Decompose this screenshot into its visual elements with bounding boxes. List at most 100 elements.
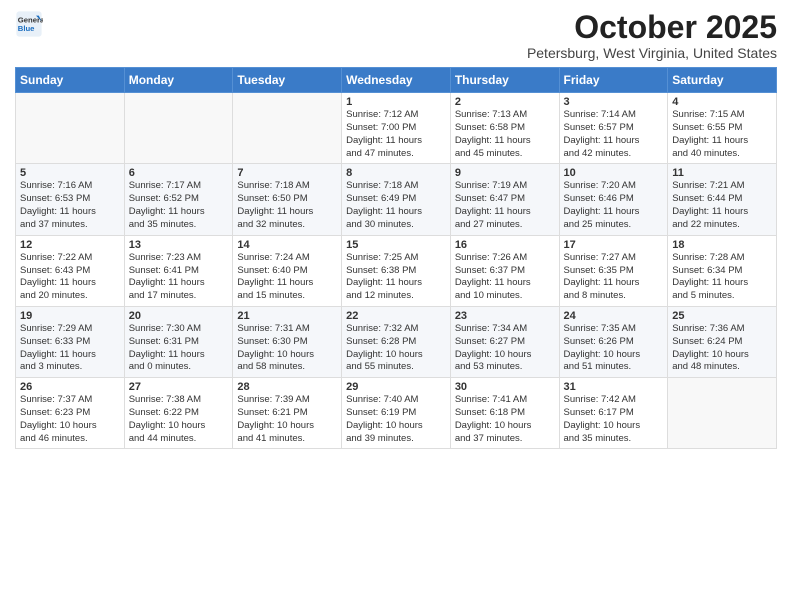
location: Petersburg, West Virginia, United States (527, 45, 777, 61)
calendar-week-row: 1Sunrise: 7:12 AM Sunset: 7:00 PM Daylig… (16, 93, 777, 164)
table-row (16, 93, 125, 164)
table-row: 17Sunrise: 7:27 AM Sunset: 6:35 PM Dayli… (559, 235, 668, 306)
calendar-header-row: Sunday Monday Tuesday Wednesday Thursday… (16, 68, 777, 93)
col-saturday: Saturday (668, 68, 777, 93)
day-number: 1 (346, 96, 446, 108)
day-info: Sunrise: 7:40 AM Sunset: 6:19 PM Dayligh… (346, 394, 446, 445)
day-info: Sunrise: 7:39 AM Sunset: 6:21 PM Dayligh… (237, 394, 337, 445)
col-monday: Monday (124, 68, 233, 93)
table-row: 8Sunrise: 7:18 AM Sunset: 6:49 PM Daylig… (342, 164, 451, 235)
day-info: Sunrise: 7:18 AM Sunset: 6:50 PM Dayligh… (237, 180, 337, 231)
day-number: 28 (237, 381, 337, 393)
table-row: 18Sunrise: 7:28 AM Sunset: 6:34 PM Dayli… (668, 235, 777, 306)
col-tuesday: Tuesday (233, 68, 342, 93)
day-number: 14 (237, 239, 337, 251)
table-row: 2Sunrise: 7:13 AM Sunset: 6:58 PM Daylig… (450, 93, 559, 164)
col-wednesday: Wednesday (342, 68, 451, 93)
day-number: 16 (455, 239, 555, 251)
day-number: 5 (20, 167, 120, 179)
day-number: 12 (20, 239, 120, 251)
day-info: Sunrise: 7:36 AM Sunset: 6:24 PM Dayligh… (672, 323, 772, 374)
day-number: 22 (346, 310, 446, 322)
calendar-week-row: 12Sunrise: 7:22 AM Sunset: 6:43 PM Dayli… (16, 235, 777, 306)
day-info: Sunrise: 7:30 AM Sunset: 6:31 PM Dayligh… (129, 323, 229, 374)
day-number: 29 (346, 381, 446, 393)
table-row: 25Sunrise: 7:36 AM Sunset: 6:24 PM Dayli… (668, 306, 777, 377)
day-number: 24 (564, 310, 664, 322)
table-row: 10Sunrise: 7:20 AM Sunset: 6:46 PM Dayli… (559, 164, 668, 235)
day-number: 6 (129, 167, 229, 179)
day-number: 21 (237, 310, 337, 322)
day-info: Sunrise: 7:26 AM Sunset: 6:37 PM Dayligh… (455, 252, 555, 303)
day-info: Sunrise: 7:17 AM Sunset: 6:52 PM Dayligh… (129, 180, 229, 231)
table-row: 11Sunrise: 7:21 AM Sunset: 6:44 PM Dayli… (668, 164, 777, 235)
day-number: 26 (20, 381, 120, 393)
day-number: 17 (564, 239, 664, 251)
day-info: Sunrise: 7:19 AM Sunset: 6:47 PM Dayligh… (455, 180, 555, 231)
table-row: 20Sunrise: 7:30 AM Sunset: 6:31 PM Dayli… (124, 306, 233, 377)
day-info: Sunrise: 7:41 AM Sunset: 6:18 PM Dayligh… (455, 394, 555, 445)
day-info: Sunrise: 7:25 AM Sunset: 6:38 PM Dayligh… (346, 252, 446, 303)
day-info: Sunrise: 7:12 AM Sunset: 7:00 PM Dayligh… (346, 109, 446, 160)
col-sunday: Sunday (16, 68, 125, 93)
logo: General Blue (15, 10, 43, 38)
table-row: 19Sunrise: 7:29 AM Sunset: 6:33 PM Dayli… (16, 306, 125, 377)
day-info: Sunrise: 7:16 AM Sunset: 6:53 PM Dayligh… (20, 180, 120, 231)
table-row: 12Sunrise: 7:22 AM Sunset: 6:43 PM Dayli… (16, 235, 125, 306)
day-number: 9 (455, 167, 555, 179)
table-row: 22Sunrise: 7:32 AM Sunset: 6:28 PM Dayli… (342, 306, 451, 377)
day-info: Sunrise: 7:22 AM Sunset: 6:43 PM Dayligh… (20, 252, 120, 303)
table-row: 28Sunrise: 7:39 AM Sunset: 6:21 PM Dayli… (233, 378, 342, 449)
title-block: October 2025 Petersburg, West Virginia, … (527, 10, 777, 61)
day-info: Sunrise: 7:15 AM Sunset: 6:55 PM Dayligh… (672, 109, 772, 160)
day-info: Sunrise: 7:35 AM Sunset: 6:26 PM Dayligh… (564, 323, 664, 374)
day-number: 20 (129, 310, 229, 322)
table-row: 1Sunrise: 7:12 AM Sunset: 7:00 PM Daylig… (342, 93, 451, 164)
table-row: 5Sunrise: 7:16 AM Sunset: 6:53 PM Daylig… (16, 164, 125, 235)
table-row (668, 378, 777, 449)
day-info: Sunrise: 7:31 AM Sunset: 6:30 PM Dayligh… (237, 323, 337, 374)
table-row: 9Sunrise: 7:19 AM Sunset: 6:47 PM Daylig… (450, 164, 559, 235)
day-info: Sunrise: 7:37 AM Sunset: 6:23 PM Dayligh… (20, 394, 120, 445)
day-number: 13 (129, 239, 229, 251)
table-row: 4Sunrise: 7:15 AM Sunset: 6:55 PM Daylig… (668, 93, 777, 164)
page-container: General Blue October 2025 Petersburg, We… (0, 0, 792, 459)
table-row: 26Sunrise: 7:37 AM Sunset: 6:23 PM Dayli… (16, 378, 125, 449)
day-info: Sunrise: 7:20 AM Sunset: 6:46 PM Dayligh… (564, 180, 664, 231)
month-title: October 2025 (527, 10, 777, 45)
day-info: Sunrise: 7:38 AM Sunset: 6:22 PM Dayligh… (129, 394, 229, 445)
day-number: 27 (129, 381, 229, 393)
table-row: 16Sunrise: 7:26 AM Sunset: 6:37 PM Dayli… (450, 235, 559, 306)
day-number: 7 (237, 167, 337, 179)
day-info: Sunrise: 7:29 AM Sunset: 6:33 PM Dayligh… (20, 323, 120, 374)
col-friday: Friday (559, 68, 668, 93)
table-row: 13Sunrise: 7:23 AM Sunset: 6:41 PM Dayli… (124, 235, 233, 306)
day-info: Sunrise: 7:34 AM Sunset: 6:27 PM Dayligh… (455, 323, 555, 374)
table-row: 24Sunrise: 7:35 AM Sunset: 6:26 PM Dayli… (559, 306, 668, 377)
day-info: Sunrise: 7:14 AM Sunset: 6:57 PM Dayligh… (564, 109, 664, 160)
calendar-week-row: 19Sunrise: 7:29 AM Sunset: 6:33 PM Dayli… (16, 306, 777, 377)
header: General Blue October 2025 Petersburg, We… (15, 10, 777, 61)
col-thursday: Thursday (450, 68, 559, 93)
day-number: 8 (346, 167, 446, 179)
day-number: 10 (564, 167, 664, 179)
day-info: Sunrise: 7:21 AM Sunset: 6:44 PM Dayligh… (672, 180, 772, 231)
day-number: 18 (672, 239, 772, 251)
table-row: 30Sunrise: 7:41 AM Sunset: 6:18 PM Dayli… (450, 378, 559, 449)
day-info: Sunrise: 7:24 AM Sunset: 6:40 PM Dayligh… (237, 252, 337, 303)
day-number: 11 (672, 167, 772, 179)
day-number: 19 (20, 310, 120, 322)
table-row: 3Sunrise: 7:14 AM Sunset: 6:57 PM Daylig… (559, 93, 668, 164)
table-row (124, 93, 233, 164)
calendar-week-row: 26Sunrise: 7:37 AM Sunset: 6:23 PM Dayli… (16, 378, 777, 449)
calendar-table: Sunday Monday Tuesday Wednesday Thursday… (15, 67, 777, 449)
day-number: 4 (672, 96, 772, 108)
day-number: 2 (455, 96, 555, 108)
svg-text:Blue: Blue (18, 24, 35, 33)
day-info: Sunrise: 7:32 AM Sunset: 6:28 PM Dayligh… (346, 323, 446, 374)
logo-icon: General Blue (15, 10, 43, 38)
day-info: Sunrise: 7:28 AM Sunset: 6:34 PM Dayligh… (672, 252, 772, 303)
table-row: 31Sunrise: 7:42 AM Sunset: 6:17 PM Dayli… (559, 378, 668, 449)
table-row: 7Sunrise: 7:18 AM Sunset: 6:50 PM Daylig… (233, 164, 342, 235)
table-row (233, 93, 342, 164)
